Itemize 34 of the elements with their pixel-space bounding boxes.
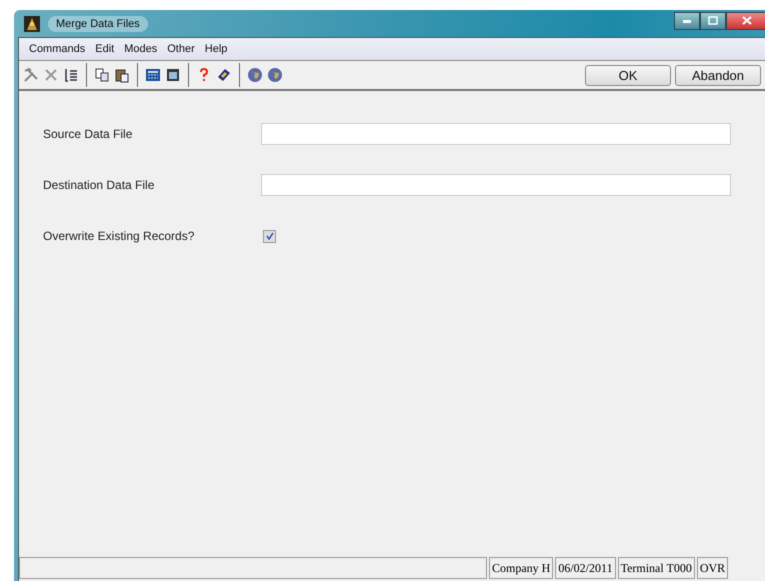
status-text: OVR (696, 557, 728, 579)
maximize-icon (708, 16, 718, 25)
paste-icon[interactable] (114, 67, 130, 83)
maximize-button[interactable] (700, 12, 726, 30)
dialog-button[interactable]: Abandon (675, 64, 761, 86)
close-icon (742, 16, 752, 25)
field-label: Overwrite Existing Records? (43, 229, 196, 243)
check-icon (266, 232, 274, 240)
window-title: Merge Data Files (48, 16, 148, 32)
input-field[interactable] (261, 123, 731, 145)
menu-item[interactable]: Edit (91, 43, 118, 55)
minimize-button[interactable] (674, 12, 700, 30)
status-text: Terminal T000 (618, 557, 695, 579)
globe-icon[interactable] (247, 67, 263, 83)
tools-icon[interactable] (23, 67, 39, 83)
close-button[interactable] (726, 12, 765, 30)
menu-item[interactable]: Modes (120, 43, 162, 55)
app-icon (24, 16, 40, 32)
list-icon[interactable] (63, 67, 79, 83)
input-field[interactable] (261, 174, 731, 196)
status-text: Company H (489, 557, 554, 579)
calculator-icon[interactable] (145, 67, 161, 83)
menu-item[interactable]: Other (163, 43, 199, 55)
menu-item[interactable]: Commands (25, 43, 90, 55)
field-label: Source Data File (43, 127, 134, 141)
minimize-icon (682, 18, 692, 24)
globe-icon[interactable] (267, 67, 283, 83)
checkbox[interactable] (263, 230, 276, 242)
window-icon[interactable] (165, 67, 181, 83)
menu-item[interactable]: Help (200, 43, 232, 55)
status-text: 06/02/2011 (555, 557, 616, 579)
dialog-button[interactable]: OK (585, 64, 671, 86)
field-label: Destination Data File (43, 178, 156, 192)
copy-icon[interactable] (94, 67, 110, 83)
